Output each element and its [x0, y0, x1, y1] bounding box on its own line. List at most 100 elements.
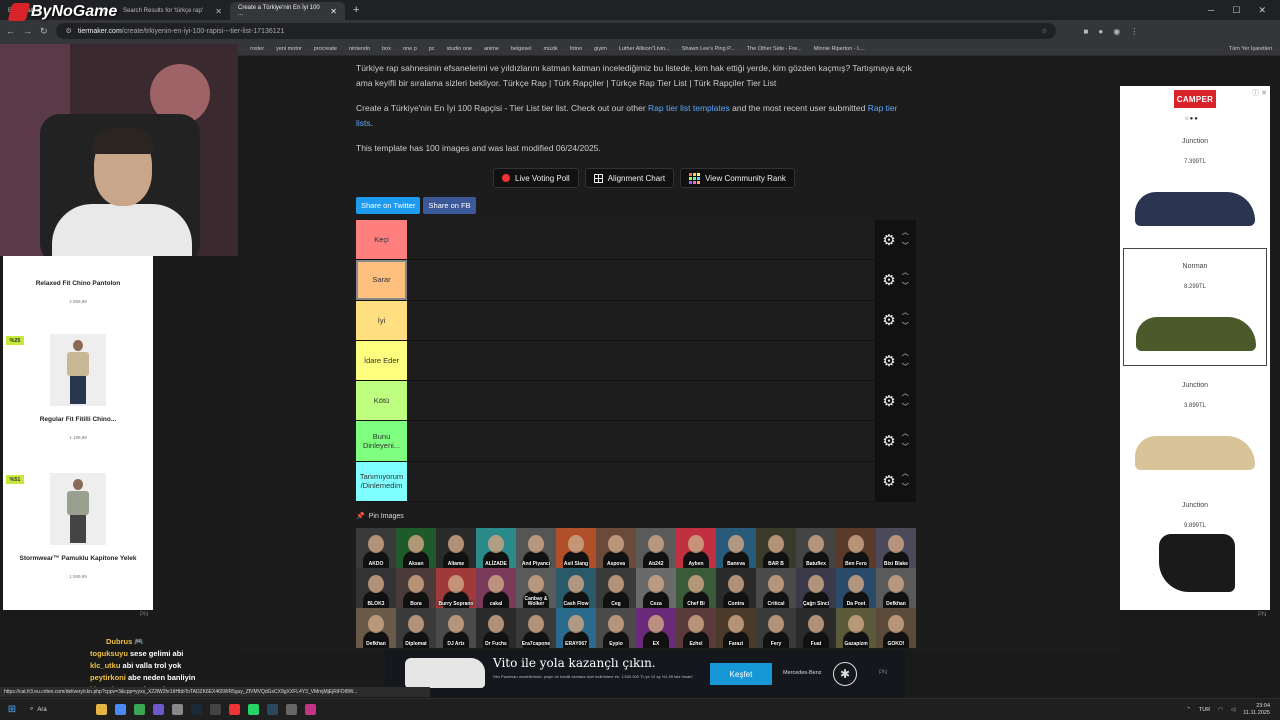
- settings-icon[interactable]: [286, 704, 297, 715]
- discord-icon[interactable]: [153, 704, 164, 715]
- bookmark-item[interactable]: fotoo: [570, 46, 582, 52]
- wifi-icon[interactable]: ◠: [1218, 707, 1223, 713]
- steam-icon[interactable]: [191, 704, 202, 715]
- tier-label[interactable]: İyi: [356, 300, 407, 340]
- rapper-image[interactable]: Çağrı Sinci: [796, 568, 836, 608]
- rapper-image[interactable]: Eypio: [596, 608, 636, 648]
- rapper-image[interactable]: Ceza: [636, 568, 676, 608]
- shoe-product-card[interactable]: Norman 8.299TL: [1123, 248, 1267, 366]
- rap-templates-link[interactable]: Rap tier list templates: [648, 103, 730, 113]
- pin-images-toggle[interactable]: 📌 Pin Images: [356, 512, 404, 521]
- chrome-icon[interactable]: [115, 704, 126, 715]
- app-icon[interactable]: [134, 704, 145, 715]
- bookmark-item[interactable]: anime: [484, 46, 499, 52]
- rapper-image[interactable]: Canbay & Wolker: [516, 568, 556, 608]
- ad-product[interactable]: Regular Fit Fitilli Chino... 1.199,99: [3, 334, 153, 440]
- new-tab-icon[interactable]: +: [353, 4, 359, 16]
- share-twitter-button[interactable]: Share on Twitter: [356, 197, 421, 214]
- gear-icon[interactable]: ⚙: [882, 472, 895, 490]
- chevron-up-icon[interactable]: ︿: [902, 266, 909, 280]
- rapper-image[interactable]: ERAY067: [556, 608, 596, 648]
- ad-product[interactable]: Relaxed Fit Chino Pantolon 2.999,99: [3, 280, 153, 304]
- gear-icon[interactable]: ⚙: [882, 271, 895, 289]
- gear-icon[interactable]: ⚙: [882, 311, 895, 329]
- rapper-image[interactable]: AKDO: [356, 528, 396, 568]
- shoe-product-card[interactable]: Junction 3.899TL: [1123, 368, 1267, 486]
- reload-icon[interactable]: ↻: [40, 26, 48, 37]
- share-fb-button[interactable]: Share on FB: [423, 197, 476, 214]
- extension-icon[interactable]: ●: [1098, 27, 1103, 36]
- rapper-image[interactable]: Ayben: [676, 528, 716, 568]
- chevron-down-icon[interactable]: ﹀: [902, 240, 909, 254]
- forward-icon[interactable]: →: [23, 26, 32, 36]
- tier-drop-zone[interactable]: [407, 220, 875, 260]
- tier-drop-zone[interactable]: [407, 300, 875, 340]
- bookmark-item[interactable]: studio one: [447, 46, 472, 52]
- bookmark-item[interactable]: roster: [250, 46, 264, 52]
- tier-drop-zone[interactable]: [407, 461, 875, 502]
- minimize-icon[interactable]: ─: [1208, 5, 1214, 16]
- bookmark-item[interactable]: one p: [403, 46, 417, 52]
- live-voting-poll-button[interactable]: Live Voting Poll: [493, 168, 579, 188]
- gear-icon[interactable]: ⚙: [882, 352, 895, 370]
- bookmark-item[interactable]: Minnie Riperton - L...: [814, 46, 865, 52]
- rapper-image[interactable]: EX: [636, 608, 676, 648]
- tier-label[interactable]: Sarar: [356, 260, 407, 300]
- app-icon[interactable]: [172, 704, 183, 715]
- maximize-icon[interactable]: ☐: [1232, 5, 1240, 16]
- gear-icon[interactable]: ⚙: [882, 432, 895, 450]
- instagram-icon[interactable]: [305, 704, 316, 715]
- rapper-image[interactable]: Batuflex: [796, 528, 836, 568]
- rapper-image[interactable]: Gazapizm: [836, 608, 876, 648]
- chevron-up-icon[interactable]: ︿: [902, 226, 909, 240]
- all-bookmarks-link[interactable]: Tüm Yer İşaretleri: [1229, 46, 1280, 52]
- file-explorer-icon[interactable]: [96, 704, 107, 715]
- chevron-up-icon[interactable]: ︿: [902, 467, 909, 481]
- tier-label[interactable]: Keçi: [356, 220, 407, 260]
- tier-drop-zone[interactable]: [407, 381, 875, 421]
- bookmark-item[interactable]: giyim: [594, 46, 607, 52]
- rapper-image[interactable]: Ceg: [596, 568, 636, 608]
- chevron-up-icon[interactable]: ︿: [902, 347, 909, 361]
- chevron-up-icon[interactable]: ︿: [902, 387, 909, 401]
- bookmark-item[interactable]: müzik: [543, 46, 557, 52]
- tier-drop-zone[interactable]: [407, 260, 875, 300]
- rapper-image[interactable]: Contra: [716, 568, 756, 608]
- browser-tab[interactable]: Search Results for 'türkçe rap' ✕: [115, 2, 230, 20]
- gear-icon[interactable]: ⚙: [882, 231, 895, 249]
- profile-icon[interactable]: ◉: [1113, 27, 1120, 36]
- chevron-up-icon[interactable]: ︿: [902, 306, 909, 320]
- back-icon[interactable]: ←: [6, 26, 15, 36]
- language-indicator[interactable]: TUR: [1199, 707, 1210, 713]
- app-icon[interactable]: [210, 704, 221, 715]
- bookmark-item[interactable]: pc: [429, 46, 435, 52]
- bookmark-item[interactable]: procreate: [314, 46, 337, 52]
- tier-drop-zone[interactable]: [407, 340, 875, 381]
- close-icon[interactable]: ✕: [215, 7, 222, 16]
- chevron-down-icon[interactable]: ﹀: [902, 481, 909, 495]
- rapper-image[interactable]: Fery: [756, 608, 796, 648]
- chevron-up-icon[interactable]: ︿: [902, 427, 909, 441]
- rapper-image[interactable]: Defkhan: [356, 608, 396, 648]
- rapper-image[interactable]: GOKO!: [876, 608, 916, 648]
- bookmark-item[interactable]: box: [382, 46, 391, 52]
- ad-close-icon[interactable]: ⓘ ✕: [1252, 88, 1267, 98]
- rapper-image[interactable]: Dr Fuchs: [476, 608, 516, 648]
- rapper-image[interactable]: Anıl Piyancı: [516, 528, 556, 568]
- rapper-image[interactable]: Fuat: [796, 608, 836, 648]
- bookmark-item[interactable]: yeni motor: [276, 46, 302, 52]
- whatsapp-icon[interactable]: [248, 704, 259, 715]
- rapper-image[interactable]: Burry Soprano: [436, 568, 476, 608]
- rapper-image[interactable]: Era7capone: [516, 608, 556, 648]
- right-ad-banner[interactable]: CAMPER ⓘ ✕ ○●● Junction 7.399TL Norman 8.29…: [1120, 86, 1270, 610]
- rapper-image[interactable]: Bixi Blake: [876, 528, 916, 568]
- rapper-image[interactable]: Atı242: [636, 528, 676, 568]
- rapper-image[interactable]: DJ Artz: [436, 608, 476, 648]
- rapper-image[interactable]: Asil Slang: [556, 528, 596, 568]
- rapper-image[interactable]: Allame: [436, 528, 476, 568]
- rapper-image[interactable]: Aspova: [596, 528, 636, 568]
- app-icon[interactable]: [229, 704, 240, 715]
- community-rank-button[interactable]: View Community Rank: [680, 168, 795, 188]
- clock[interactable]: 23:04 11.11.2025: [1243, 703, 1270, 717]
- chevron-down-icon[interactable]: ﹀: [902, 441, 909, 455]
